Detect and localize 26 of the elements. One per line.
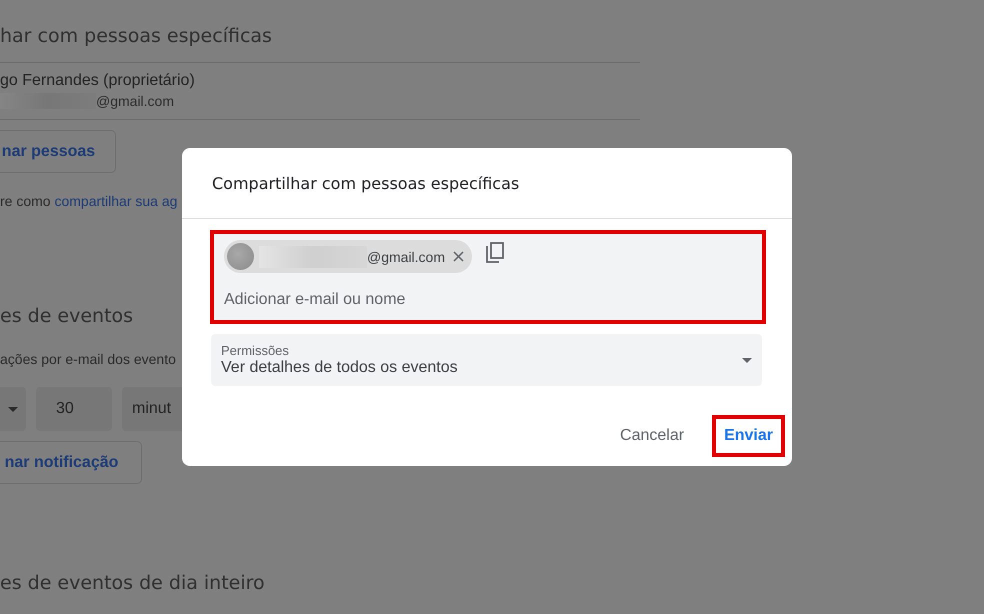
avatar-icon: [227, 243, 254, 270]
chip-email: @gmail.com: [367, 248, 446, 264]
caret-icon: [8, 406, 18, 412]
permissions-label: Permissões: [221, 343, 290, 358]
section-title: har com pessoas específicas: [0, 25, 272, 47]
help-text: re como: [0, 193, 52, 209]
send-button[interactable]: Enviar: [712, 415, 785, 457]
section-title: es de eventos de dia inteiro: [0, 572, 265, 594]
caret-icon: [742, 358, 752, 362]
add-people-button[interactable]: nar pessoas: [0, 130, 116, 173]
email-input[interactable]: Adicionar e-mail ou nome: [224, 291, 524, 309]
close-icon[interactable]: [453, 251, 464, 262]
recipients-field[interactable]: @gmail.com Adicionar e-mail ou nome: [210, 230, 766, 324]
owner-email: @gmail.com: [96, 93, 174, 109]
add-notification-button[interactable]: nar notificação: [0, 441, 142, 484]
section-title: es de eventos: [0, 305, 134, 327]
dialog-title: Compartilhar com pessoas específicas: [211, 173, 520, 195]
permissions-value: Ver detalhes de todos os eventos: [221, 359, 458, 377]
copy-icon[interactable]: [486, 242, 504, 263]
cancel-button[interactable]: Cancelar: [608, 415, 696, 457]
time-field[interactable]: 30: [36, 387, 112, 431]
recipient-chip[interactable]: @gmail.com: [224, 240, 472, 273]
help-link[interactable]: compartilhar sua ag: [54, 193, 178, 209]
owner-name: go Fernandes (proprietário): [0, 72, 195, 90]
permissions-select[interactable]: Permissões Ver detalhes de todos os eventos: [211, 334, 762, 386]
events-text: ações por e-mail dos evento: [0, 351, 176, 367]
